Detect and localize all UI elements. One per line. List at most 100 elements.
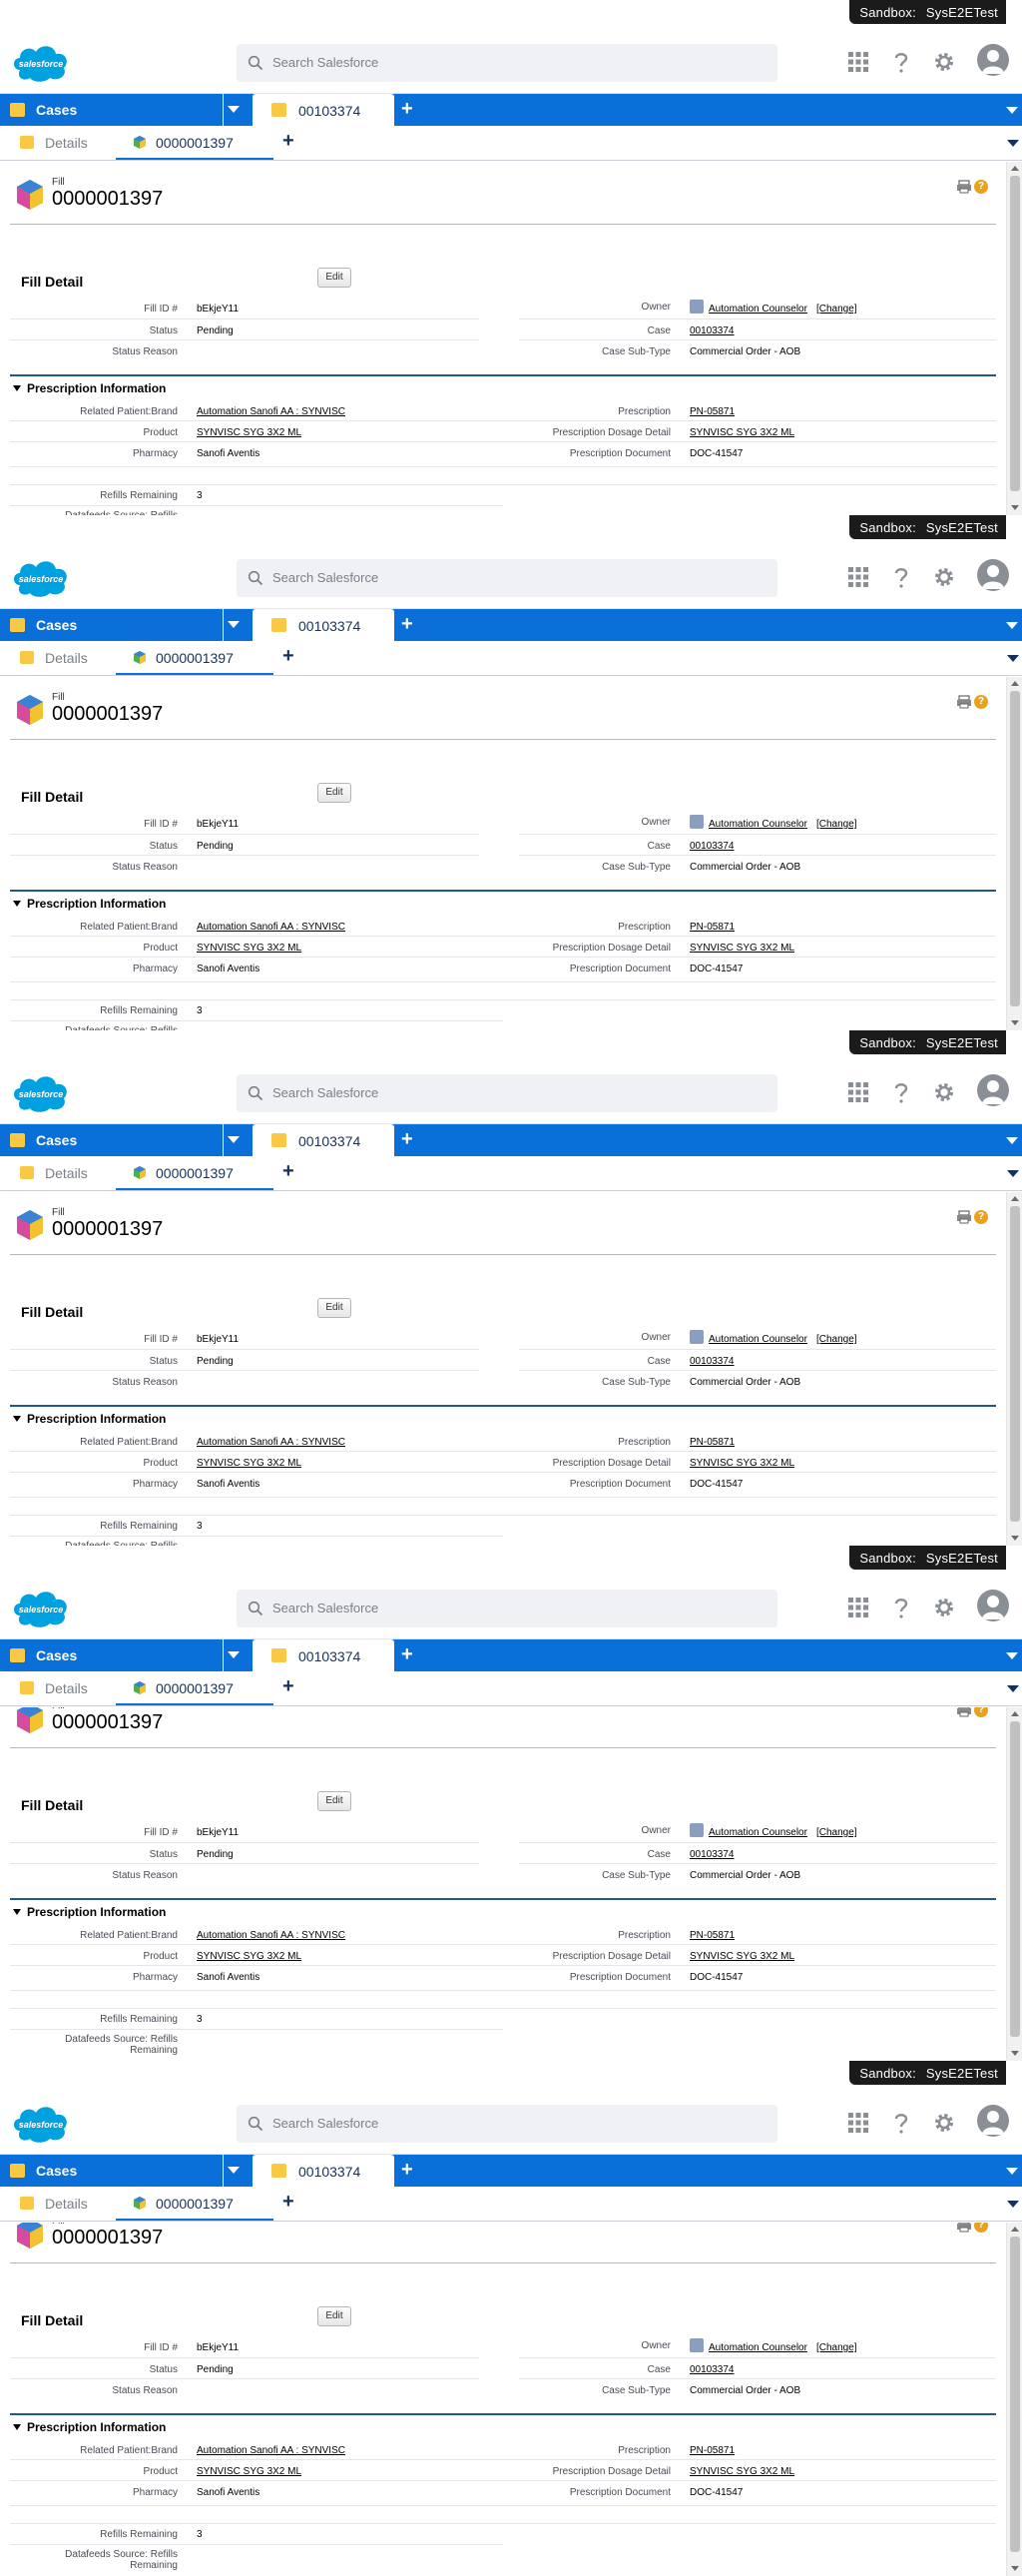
subtab-overflow-chevron-icon[interactable] bbox=[1007, 2201, 1019, 2208]
product-link[interactable]: SYNVISC SYG 3X2 ML bbox=[197, 1458, 301, 1469]
prescription-link[interactable]: PN-05871 bbox=[690, 406, 735, 417]
change-owner-link[interactable]: [Change] bbox=[816, 819, 857, 830]
scrollbar[interactable] bbox=[1006, 677, 1022, 1030]
subtab-fill[interactable]: 0000001397 bbox=[116, 641, 273, 675]
setup-gear-icon[interactable] bbox=[932, 565, 956, 589]
search-input[interactable]: Search Salesforce bbox=[237, 1590, 777, 1627]
printer-icon[interactable] bbox=[956, 1210, 972, 1224]
case-link[interactable]: 00103374 bbox=[690, 325, 735, 336]
collapse-triangle-icon[interactable] bbox=[13, 1909, 21, 1915]
owner-link[interactable]: Automation Counselor bbox=[709, 1334, 807, 1345]
tab-overflow-chevron-icon[interactable] bbox=[1006, 2168, 1018, 2175]
scroll-up-icon[interactable] bbox=[1011, 1711, 1019, 1716]
scrollbar-thumb[interactable] bbox=[1010, 691, 1020, 1006]
change-owner-link[interactable]: [Change] bbox=[816, 2342, 857, 2353]
scrollbar-thumb[interactable] bbox=[1010, 2237, 1020, 2552]
app-launcher-icon[interactable] bbox=[846, 565, 870, 589]
prescription-link[interactable]: PN-05871 bbox=[690, 922, 735, 933]
help-page-icon[interactable]: ? bbox=[974, 180, 988, 194]
scroll-up-icon[interactable] bbox=[1011, 1196, 1019, 1201]
user-avatar-icon[interactable] bbox=[977, 2105, 1009, 2137]
setup-gear-icon[interactable] bbox=[932, 2111, 956, 2135]
owner-link[interactable]: Automation Counselor bbox=[709, 304, 807, 315]
edit-button[interactable]: Edit bbox=[317, 1791, 351, 1811]
app-launcher-icon[interactable] bbox=[846, 1596, 870, 1619]
chevron-down-icon[interactable] bbox=[228, 1651, 240, 1658]
add-subtab-icon[interactable]: + bbox=[282, 1675, 294, 1698]
dosage-detail-link[interactable]: SYNVISC SYG 3X2 ML bbox=[690, 943, 794, 954]
scrollbar-thumb[interactable] bbox=[1010, 176, 1020, 491]
scroll-down-icon[interactable] bbox=[1011, 2566, 1019, 2571]
scroll-up-icon[interactable] bbox=[1011, 2227, 1019, 2232]
subtab-overflow-chevron-icon[interactable] bbox=[1007, 655, 1019, 662]
dosage-detail-link[interactable]: SYNVISC SYG 3X2 ML bbox=[690, 1458, 794, 1469]
setup-gear-icon[interactable] bbox=[932, 1596, 956, 1619]
owner-link[interactable]: Automation Counselor bbox=[709, 819, 807, 830]
add-subtab-icon[interactable]: + bbox=[282, 645, 294, 668]
change-owner-link[interactable]: [Change] bbox=[816, 304, 857, 315]
scrollbar[interactable] bbox=[1006, 162, 1022, 515]
chevron-down-icon[interactable] bbox=[228, 2167, 240, 2174]
edit-button[interactable]: Edit bbox=[317, 1298, 351, 1318]
subtab-details[interactable]: Details bbox=[0, 2187, 110, 2221]
subtab-fill[interactable]: 0000001397 bbox=[116, 126, 273, 160]
subtab-details[interactable]: Details bbox=[0, 126, 110, 160]
user-avatar-icon[interactable] bbox=[977, 559, 1009, 591]
tab-overflow-chevron-icon[interactable] bbox=[1006, 1652, 1018, 1659]
case-link[interactable]: 00103374 bbox=[690, 2364, 735, 2375]
add-subtab-icon[interactable]: + bbox=[282, 2191, 294, 2214]
scroll-up-icon[interactable] bbox=[1011, 166, 1019, 171]
tab-case-record[interactable]: 00103374 bbox=[253, 609, 394, 641]
scroll-down-icon[interactable] bbox=[1011, 2051, 1019, 2056]
edit-button[interactable]: Edit bbox=[317, 2306, 351, 2326]
search-input[interactable]: Search Salesforce bbox=[237, 2105, 777, 2143]
tab-overflow-chevron-icon[interactable] bbox=[1006, 1137, 1018, 1144]
collapse-triangle-icon[interactable] bbox=[13, 385, 21, 391]
tab-case-record[interactable]: 00103374 bbox=[253, 94, 394, 126]
dosage-detail-link[interactable]: SYNVISC SYG 3X2 ML bbox=[690, 2466, 794, 2477]
app-launcher-icon[interactable] bbox=[846, 50, 870, 74]
owner-link[interactable]: Automation Counselor bbox=[709, 1827, 807, 1838]
user-avatar-icon[interactable] bbox=[977, 1074, 1009, 1106]
help-icon[interactable] bbox=[889, 2111, 913, 2135]
printer-icon[interactable] bbox=[956, 2223, 972, 2233]
printer-icon[interactable] bbox=[956, 180, 972, 194]
user-avatar-icon[interactable] bbox=[977, 44, 1009, 76]
collapse-triangle-icon[interactable] bbox=[13, 901, 21, 907]
patient-brand-link[interactable]: Automation Sanofi AA : SYNVISC bbox=[197, 922, 345, 933]
dosage-detail-link[interactable]: SYNVISC SYG 3X2 ML bbox=[690, 427, 794, 438]
edit-button[interactable]: Edit bbox=[317, 783, 351, 803]
product-link[interactable]: SYNVISC SYG 3X2 ML bbox=[197, 943, 301, 954]
subtab-overflow-chevron-icon[interactable] bbox=[1007, 1170, 1019, 1177]
app-nav-cases[interactable]: Cases bbox=[0, 1124, 248, 1156]
tab-case-record[interactable]: 00103374 bbox=[253, 1639, 394, 1671]
chevron-down-icon[interactable] bbox=[228, 621, 240, 628]
search-input[interactable]: Search Salesforce bbox=[237, 44, 777, 82]
app-launcher-icon[interactable] bbox=[846, 1080, 870, 1104]
printer-icon[interactable] bbox=[956, 695, 972, 709]
app-nav-cases[interactable]: Cases bbox=[0, 609, 248, 641]
search-input[interactable]: Search Salesforce bbox=[237, 1074, 777, 1112]
patient-brand-link[interactable]: Automation Sanofi AA : SYNVISC bbox=[197, 1930, 345, 1941]
help-page-icon[interactable]: ? bbox=[974, 695, 988, 709]
subtab-fill[interactable]: 0000001397 bbox=[116, 1671, 273, 1705]
subtab-details[interactable]: Details bbox=[0, 1671, 110, 1705]
help-page-icon[interactable]: ? bbox=[974, 1707, 988, 1717]
scrollbar[interactable] bbox=[1006, 1707, 1022, 2061]
scroll-down-icon[interactable] bbox=[1011, 1020, 1019, 1025]
scroll-up-icon[interactable] bbox=[1011, 681, 1019, 686]
scroll-down-icon[interactable] bbox=[1011, 505, 1019, 510]
product-link[interactable]: SYNVISC SYG 3X2 ML bbox=[197, 2466, 301, 2477]
subtab-overflow-chevron-icon[interactable] bbox=[1007, 140, 1019, 147]
case-link[interactable]: 00103374 bbox=[690, 1356, 735, 1367]
setup-gear-icon[interactable] bbox=[932, 1080, 956, 1104]
prescription-link[interactable]: PN-05871 bbox=[690, 1930, 735, 1941]
add-tab-icon[interactable]: + bbox=[401, 2159, 413, 2182]
patient-brand-link[interactable]: Automation Sanofi AA : SYNVISC bbox=[197, 2445, 345, 2456]
edit-button[interactable]: Edit bbox=[317, 268, 351, 288]
chevron-down-icon[interactable] bbox=[228, 1136, 240, 1143]
help-icon[interactable] bbox=[889, 50, 913, 74]
app-nav-cases[interactable]: Cases bbox=[0, 1639, 248, 1671]
add-tab-icon[interactable]: + bbox=[401, 1128, 413, 1151]
case-link[interactable]: 00103374 bbox=[690, 1849, 735, 1860]
